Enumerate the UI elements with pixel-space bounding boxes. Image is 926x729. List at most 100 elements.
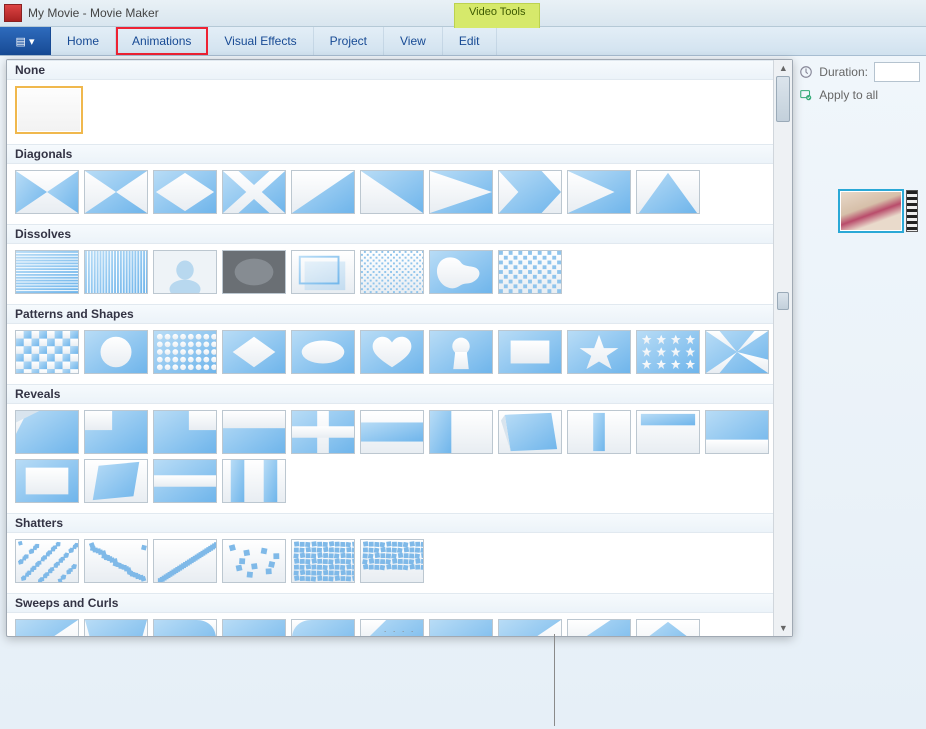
transition-diss-rects-stack[interactable] [291,250,355,294]
transition-rev-page-corner[interactable] [15,410,79,454]
group-items-diagonals [15,168,771,220]
transition-sw-wedge-tl[interactable] [567,619,631,636]
transition-pat-oval[interactable] [291,330,355,374]
transition-diag-tri-up[interactable] [636,170,700,214]
transition-sw-curl-br[interactable] [222,619,286,636]
transition-pat-wheel[interactable] [705,330,769,374]
duration-input[interactable] [874,62,920,82]
transition-rev-cross[interactable] [291,410,355,454]
window-title: My Movie - Movie Maker [28,6,159,20]
transition-rev-bar-bottom[interactable] [705,410,769,454]
transition-shat-sparse[interactable] [84,539,148,583]
transition-pat-star[interactable] [567,330,631,374]
app-window: My Movie - Movie Maker Video Tools ▤ ▾ H… [0,0,926,729]
file-menu[interactable]: ▤ ▾ [0,27,51,55]
group-items-none [15,84,771,140]
transition-shat-diag[interactable] [153,539,217,583]
transition-shat-dense[interactable] [15,539,79,583]
transition-diag-bowtie-narrow[interactable] [84,170,148,214]
playhead-line[interactable] [554,634,555,726]
transition-diag-tri-bl[interactable] [360,170,424,214]
timeline-clip[interactable] [838,188,918,234]
transition-diss-lines-v[interactable] [84,250,148,294]
apply-all-icon [799,88,813,102]
transition-rev-col-left[interactable] [429,410,493,454]
transition-shat-grid-b[interactable] [360,539,424,583]
transition-pat-heart[interactable] [360,330,424,374]
scroll-nub[interactable] [777,292,789,310]
tab-visual_effects[interactable]: Visual Effects [208,27,313,55]
filmstrip-icon [906,190,918,232]
group-header-dissolves: Dissolves [7,224,773,244]
group-header-reveals: Reveals [7,384,773,404]
transition-pat-circle[interactable] [84,330,148,374]
transition-rev-rect-tr[interactable] [153,410,217,454]
tab-project[interactable]: Project [314,27,384,55]
group-header-patterns: Patterns and Shapes [7,304,773,324]
transition-pat-stars-grid[interactable] [636,330,700,374]
transition-diss-lines-h[interactable] [15,250,79,294]
transition-pat-dots[interactable] [153,330,217,374]
transition-pat-rect[interactable] [498,330,562,374]
transition-pat-keyhole[interactable] [429,330,493,374]
scroll-thumb[interactable] [776,76,790,122]
transition-diag-tri-tl[interactable] [291,170,355,214]
transition-rev-gap-h[interactable] [153,459,217,503]
group-items-dissolves [15,248,771,300]
transition-sw-curl-tr[interactable] [153,619,217,636]
apply-all-row[interactable]: Apply to all [799,88,920,102]
transition-diss-blur-dark[interactable] [222,250,286,294]
transition-diag-tri-right[interactable] [429,170,493,214]
tab-home[interactable]: Home [51,27,116,55]
transition-shat-grid-a[interactable] [291,539,355,583]
resize-grip-icon[interactable]: . . . . [384,624,416,634]
tab-view[interactable]: View [384,27,443,55]
contextual-tab-video-tools[interactable]: Video Tools [454,3,540,28]
transition-diag-arrow-right[interactable] [498,170,562,214]
clock-icon [799,65,813,79]
group-items-reveals [15,408,771,509]
transition-diag-chevron-right[interactable] [567,170,631,214]
group-items-shatters [15,537,771,589]
titlebar: My Movie - Movie Maker Video Tools [0,0,926,27]
transition-shat-few[interactable] [222,539,286,583]
app-icon [4,4,22,22]
transition-diag-diamond[interactable] [153,170,217,214]
transition-rev-rect-top[interactable] [222,410,286,454]
ribbon-tabs: ▤ ▾ HomeAnimationsVisual EffectsProjectV… [0,27,926,56]
duration-row: Duration: [799,62,920,82]
transition-rev-rect-middle[interactable] [360,410,424,454]
transition-diss-checker-dense[interactable] [498,250,562,294]
clip-thumbnail[interactable] [838,189,904,233]
transition-rev-bar-top[interactable] [636,410,700,454]
transition-diag-bowtie[interactable] [15,170,79,214]
gallery-scrollbar[interactable]: ▲ ▼ [773,60,792,636]
tab-animations[interactable]: Animations [116,27,208,55]
transition-rev-flip-page[interactable] [498,410,562,454]
transition-diss-blur-person[interactable] [153,250,217,294]
transition-diag-x-cross[interactable] [222,170,286,214]
scroll-down-icon[interactable]: ▼ [774,620,792,636]
transition-pat-diamond[interactable] [222,330,286,374]
group-header-shatters: Shatters [7,513,773,533]
transition-diss-pixelate[interactable] [360,250,424,294]
transition-diss-splotch[interactable] [429,250,493,294]
transition-rev-bars-v[interactable] [222,459,286,503]
transition-sw-curl-tl[interactable] [291,619,355,636]
transition-sw-wedge-bottom[interactable] [429,619,493,636]
transition-sw-diamond-wide[interactable] [636,619,700,636]
group-header-sweeps: Sweeps and Curls [7,593,773,613]
transition-rev-rotated-rect[interactable] [84,459,148,503]
transition-none-blank[interactable] [15,86,83,134]
scroll-up-icon[interactable]: ▲ [774,60,792,76]
transition-pat-checker[interactable] [15,330,79,374]
transition-sw-wedge-right[interactable] [498,619,562,636]
group-header-diagonals: Diagonals [7,144,773,164]
transition-rev-white-center[interactable] [15,459,79,503]
tab-edit[interactable]: Edit [443,27,497,55]
transition-rev-rect-tl[interactable] [84,410,148,454]
transition-rev-stripe-v[interactable] [567,410,631,454]
transition-sw-tri-large[interactable] [15,619,79,636]
gallery-scroll-area: NoneDiagonalsDissolvesPatterns and Shape… [7,60,773,636]
transition-sw-trapezoid[interactable] [84,619,148,636]
